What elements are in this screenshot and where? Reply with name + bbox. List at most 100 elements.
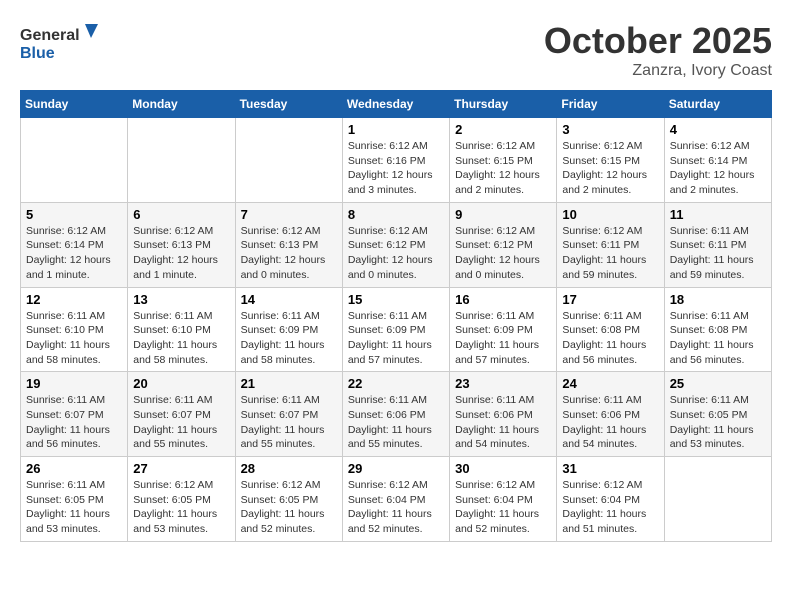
day-info: Sunrise: 6:12 AM Sunset: 6:04 PM Dayligh… xyxy=(562,478,658,537)
day-number: 14 xyxy=(241,292,337,307)
day-info: Sunrise: 6:12 AM Sunset: 6:13 PM Dayligh… xyxy=(133,224,229,283)
day-number: 18 xyxy=(670,292,766,307)
table-row: 31 Sunrise: 6:12 AM Sunset: 6:04 PM Dayli… xyxy=(557,457,664,542)
day-info: Sunrise: 6:11 AM Sunset: 6:08 PM Dayligh… xyxy=(670,309,766,368)
header-saturday: Saturday xyxy=(664,91,771,118)
day-info: Sunrise: 6:12 AM Sunset: 6:12 PM Dayligh… xyxy=(348,224,444,283)
table-row: 24Sunrise: 6:11 AM Sunset: 6:06 PM Dayli… xyxy=(557,372,664,457)
day-number: 3 xyxy=(562,122,658,137)
day-info: Sunrise: 6:11 AM Sunset: 6:08 PM Dayligh… xyxy=(562,309,658,368)
header-thursday: Thursday xyxy=(450,91,557,118)
calendar-week-row: 1 Sunrise: 6:12 AM Sunset: 6:16 PM Daylig… xyxy=(21,118,772,203)
day-info: Sunrise: 6:11 AM Sunset: 6:09 PM Dayligh… xyxy=(241,309,337,368)
day-info: Sunrise: 6:12 AM Sunset: 6:04 PM Dayligh… xyxy=(455,478,551,537)
table-row: 21 Sunrise: 6:11 AM Sunset: 6:07 PM Dayli… xyxy=(235,372,342,457)
day-number: 5 xyxy=(26,207,122,222)
day-number: 13 xyxy=(133,292,229,307)
calendar-week-row: 12Sunrise: 6:11 AM Sunset: 6:10 PM Dayli… xyxy=(21,287,772,372)
table-row: 13 Sunrise: 6:11 AM Sunset: 6:10 PM Dayli… xyxy=(128,287,235,372)
table-row: 30 Sunrise: 6:12 AM Sunset: 6:04 PM Dayli… xyxy=(450,457,557,542)
day-number: 27 xyxy=(133,461,229,476)
svg-text:General: General xyxy=(20,27,80,44)
page-header: General Blue October 2025 Zanzra, Ivory … xyxy=(20,20,772,80)
day-info: Sunrise: 6:12 AM Sunset: 6:05 PM Dayligh… xyxy=(241,478,337,537)
calendar-header-row: Sunday Monday Tuesday Wednesday Thursday… xyxy=(21,91,772,118)
day-number: 31 xyxy=(562,461,658,476)
day-info: Sunrise: 6:12 AM Sunset: 6:13 PM Dayligh… xyxy=(241,224,337,283)
day-info: Sunrise: 6:11 AM Sunset: 6:10 PM Dayligh… xyxy=(133,309,229,368)
day-number: 21 xyxy=(241,376,337,391)
header-monday: Monday xyxy=(128,91,235,118)
day-info: Sunrise: 6:11 AM Sunset: 6:06 PM Dayligh… xyxy=(348,393,444,452)
day-info: Sunrise: 6:11 AM Sunset: 6:11 PM Dayligh… xyxy=(670,224,766,283)
day-number: 29 xyxy=(348,461,444,476)
day-number: 30 xyxy=(455,461,551,476)
table-row: 16 Sunrise: 6:11 AM Sunset: 6:09 PM Dayli… xyxy=(450,287,557,372)
table-row: 5Sunrise: 6:12 AM Sunset: 6:14 PM Daylig… xyxy=(21,202,128,287)
header-wednesday: Wednesday xyxy=(342,91,449,118)
day-info: Sunrise: 6:11 AM Sunset: 6:07 PM Dayligh… xyxy=(133,393,229,452)
day-info: Sunrise: 6:11 AM Sunset: 6:06 PM Dayligh… xyxy=(562,393,658,452)
title-section: October 2025 Zanzra, Ivory Coast xyxy=(544,20,772,80)
day-number: 6 xyxy=(133,207,229,222)
day-info: Sunrise: 6:11 AM Sunset: 6:07 PM Dayligh… xyxy=(26,393,122,452)
day-number: 28 xyxy=(241,461,337,476)
day-number: 16 xyxy=(455,292,551,307)
day-info: Sunrise: 6:11 AM Sunset: 6:07 PM Dayligh… xyxy=(241,393,337,452)
table-row: 20 Sunrise: 6:11 AM Sunset: 6:07 PM Dayli… xyxy=(128,372,235,457)
day-number: 9 xyxy=(455,207,551,222)
calendar-table: Sunday Monday Tuesday Wednesday Thursday… xyxy=(20,90,772,542)
table-row: 10Sunrise: 6:12 AM Sunset: 6:11 PM Dayli… xyxy=(557,202,664,287)
table-row: 9 Sunrise: 6:12 AM Sunset: 6:12 PM Daylig… xyxy=(450,202,557,287)
day-number: 4 xyxy=(670,122,766,137)
day-info: Sunrise: 6:12 AM Sunset: 6:15 PM Dayligh… xyxy=(562,139,658,198)
table-row: 25 Sunrise: 6:11 AM Sunset: 6:05 PM Dayli… xyxy=(664,372,771,457)
day-number: 23 xyxy=(455,376,551,391)
table-row: 11 Sunrise: 6:11 AM Sunset: 6:11 PM Dayli… xyxy=(664,202,771,287)
day-number: 7 xyxy=(241,207,337,222)
day-number: 2 xyxy=(455,122,551,137)
table-row: 4 Sunrise: 6:12 AM Sunset: 6:14 PM Daylig… xyxy=(664,118,771,203)
day-info: Sunrise: 6:12 AM Sunset: 6:05 PM Dayligh… xyxy=(133,478,229,537)
calendar-week-row: 19 Sunrise: 6:11 AM Sunset: 6:07 PM Dayli… xyxy=(21,372,772,457)
table-row: 6 Sunrise: 6:12 AM Sunset: 6:13 PM Daylig… xyxy=(128,202,235,287)
table-row: 22Sunrise: 6:11 AM Sunset: 6:06 PM Dayli… xyxy=(342,372,449,457)
day-number: 17 xyxy=(562,292,658,307)
header-friday: Friday xyxy=(557,91,664,118)
day-number: 25 xyxy=(670,376,766,391)
table-row: 3 Sunrise: 6:12 AM Sunset: 6:15 PM Daylig… xyxy=(557,118,664,203)
day-info: Sunrise: 6:11 AM Sunset: 6:05 PM Dayligh… xyxy=(670,393,766,452)
table-row xyxy=(128,118,235,203)
table-row: 2Sunrise: 6:12 AM Sunset: 6:15 PM Daylig… xyxy=(450,118,557,203)
table-row xyxy=(664,457,771,542)
svg-text:Blue: Blue xyxy=(20,45,55,62)
day-info: Sunrise: 6:11 AM Sunset: 6:09 PM Dayligh… xyxy=(455,309,551,368)
table-row: 8 Sunrise: 6:12 AM Sunset: 6:12 PM Daylig… xyxy=(342,202,449,287)
day-info: Sunrise: 6:12 AM Sunset: 6:12 PM Dayligh… xyxy=(455,224,551,283)
day-info: Sunrise: 6:12 AM Sunset: 6:14 PM Dayligh… xyxy=(670,139,766,198)
day-info: Sunrise: 6:11 AM Sunset: 6:10 PM Dayligh… xyxy=(26,309,122,368)
table-row: 14 Sunrise: 6:11 AM Sunset: 6:09 PM Dayli… xyxy=(235,287,342,372)
logo-svg: General Blue xyxy=(20,20,100,65)
table-row: 1 Sunrise: 6:12 AM Sunset: 6:16 PM Daylig… xyxy=(342,118,449,203)
day-info: Sunrise: 6:12 AM Sunset: 6:04 PM Dayligh… xyxy=(348,478,444,537)
day-number: 15 xyxy=(348,292,444,307)
day-info: Sunrise: 6:12 AM Sunset: 6:11 PM Dayligh… xyxy=(562,224,658,283)
table-row: 18 Sunrise: 6:11 AM Sunset: 6:08 PM Dayli… xyxy=(664,287,771,372)
day-number: 26 xyxy=(26,461,122,476)
header-tuesday: Tuesday xyxy=(235,91,342,118)
location: Zanzra, Ivory Coast xyxy=(544,62,772,80)
calendar-week-row: 5Sunrise: 6:12 AM Sunset: 6:14 PM Daylig… xyxy=(21,202,772,287)
table-row: 28 Sunrise: 6:12 AM Sunset: 6:05 PM Dayli… xyxy=(235,457,342,542)
day-number: 1 xyxy=(348,122,444,137)
day-number: 11 xyxy=(670,207,766,222)
table-row: 29 Sunrise: 6:12 AM Sunset: 6:04 PM Dayli… xyxy=(342,457,449,542)
day-info: Sunrise: 6:12 AM Sunset: 6:16 PM Dayligh… xyxy=(348,139,444,198)
table-row: 23Sunrise: 6:11 AM Sunset: 6:06 PM Dayli… xyxy=(450,372,557,457)
day-number: 8 xyxy=(348,207,444,222)
logo: General Blue xyxy=(20,20,100,65)
table-row: 26Sunrise: 6:11 AM Sunset: 6:05 PM Dayli… xyxy=(21,457,128,542)
table-row xyxy=(235,118,342,203)
day-number: 19 xyxy=(26,376,122,391)
day-number: 20 xyxy=(133,376,229,391)
